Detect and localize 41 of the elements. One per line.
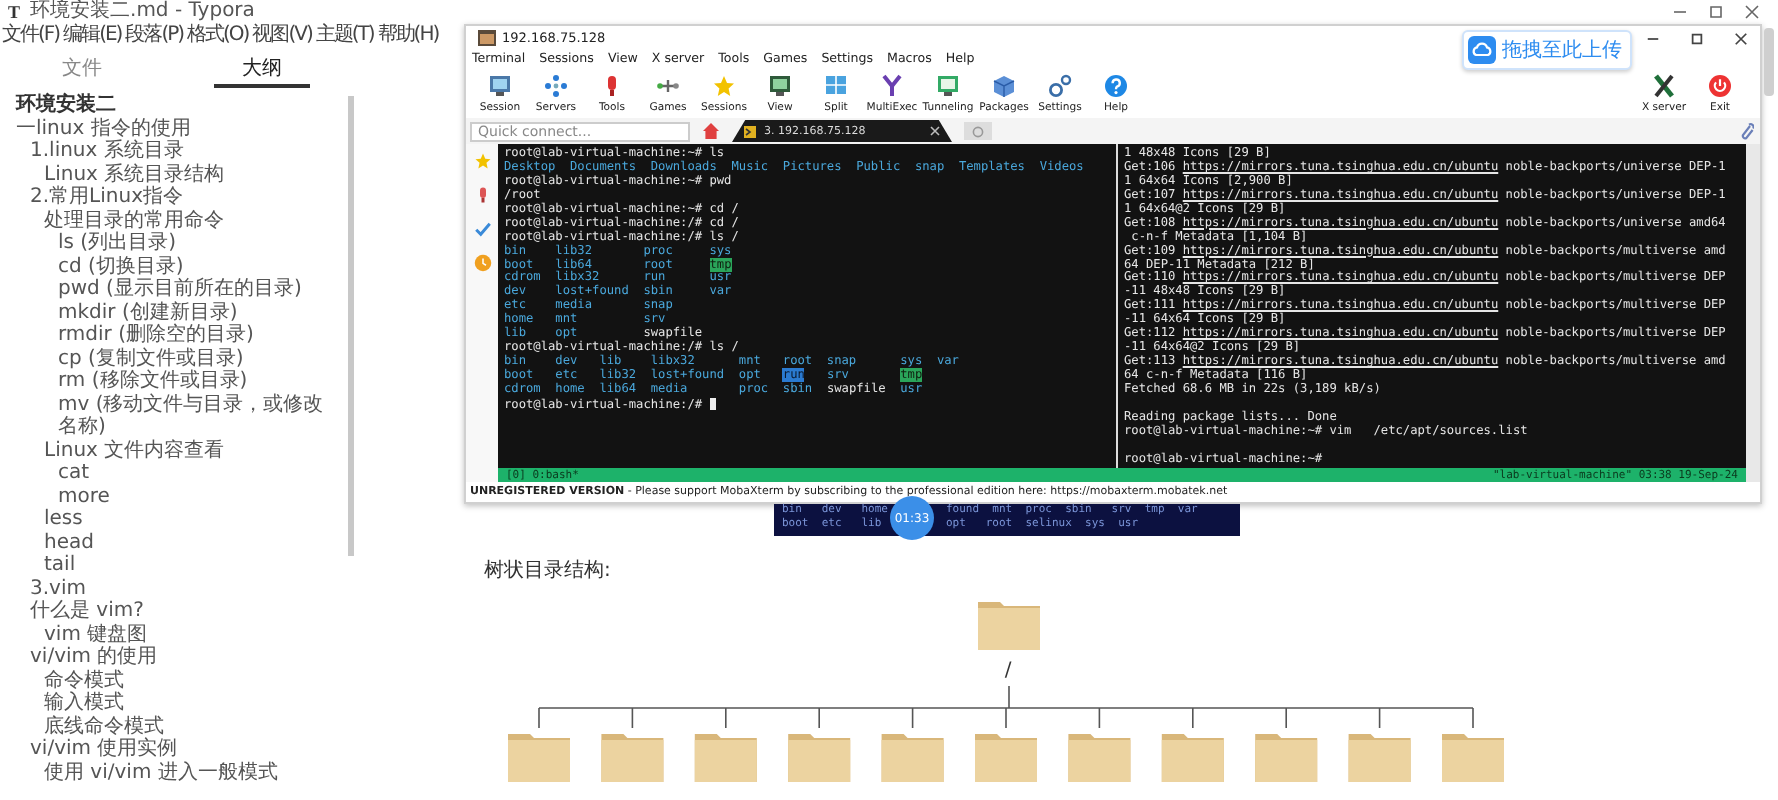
outline-item[interactable]: 3.vim [0,577,340,600]
outline-item[interactable]: cp (复制文件或目录) [0,347,340,370]
menu-item[interactable]: 段落(P) [125,24,184,48]
outline-item[interactable]: more [0,485,340,508]
outline-item[interactable]: rmdir (删除空的目录) [0,324,340,347]
outline-item[interactable]: pwd (显示目前所在的目录) [0,278,340,301]
outline-item[interactable]: rm (移除文件或目录) [0,370,340,393]
outline-item[interactable]: 什么是 vim? [0,600,340,623]
outline-item[interactable]: mkdir (创建新目录) [0,301,340,324]
outline-item[interactable]: less [0,508,340,531]
outline-item[interactable]: mv (移动文件与目录，或修改名称) [0,393,340,439]
outline-item[interactable]: cd (切换目录) [0,255,340,278]
menu-item[interactable]: 主题(T) [315,24,374,48]
outline-item[interactable]: Linux 文件内容查看 [0,439,340,462]
sidebar-tab[interactable]: 文件 [50,56,114,88]
outline-item[interactable]: 1.linux 系统目录 [0,140,340,163]
tree-label: / [1004,660,1012,682]
menu-item[interactable]: 编辑(E) [63,24,122,48]
outline-heading[interactable]: 环境安装二 [0,94,340,117]
outline-item[interactable]: tail [0,554,340,577]
outline-item[interactable]: 命令模式 [0,669,340,692]
outline-item[interactable]: 2.常用Linux指令 [0,186,340,209]
outline-item[interactable]: 输入模式 [0,692,340,715]
outline-item[interactable]: ls (列出目录) [0,232,340,255]
menu-item[interactable]: 文件(F) [2,24,60,48]
outline-item[interactable]: cat [0,462,340,485]
outline-item[interactable]: head [0,531,340,554]
menu-item[interactable]: 帮助(H) [377,24,439,48]
outline-item[interactable]: vim 键盘图 [0,623,340,646]
menu-item[interactable]: 视图(V) [252,24,312,48]
outline-item[interactable]: 底线命令模式 [0,715,340,738]
menu-item[interactable]: 格式(O) [187,24,249,48]
outline-item[interactable]: 处理目录的常用命令 [0,209,340,232]
outline-item[interactable]: vi/vim 使用实例 [0,738,340,761]
app-logo: T [8,2,21,22]
body-text: 树状目录结构: [484,560,613,584]
sidebar-tab[interactable]: 大纲 [214,56,310,88]
outline-item[interactable]: Linux 系统目录结构 [0,163,340,186]
outline-item[interactable]: 使用 vi/vim 进入一般模式 [0,761,340,784]
outline-item[interactable]: vi/vim 的使用 [0,646,340,669]
outline-item[interactable]: 一linux 指令的使用 [0,117,340,140]
